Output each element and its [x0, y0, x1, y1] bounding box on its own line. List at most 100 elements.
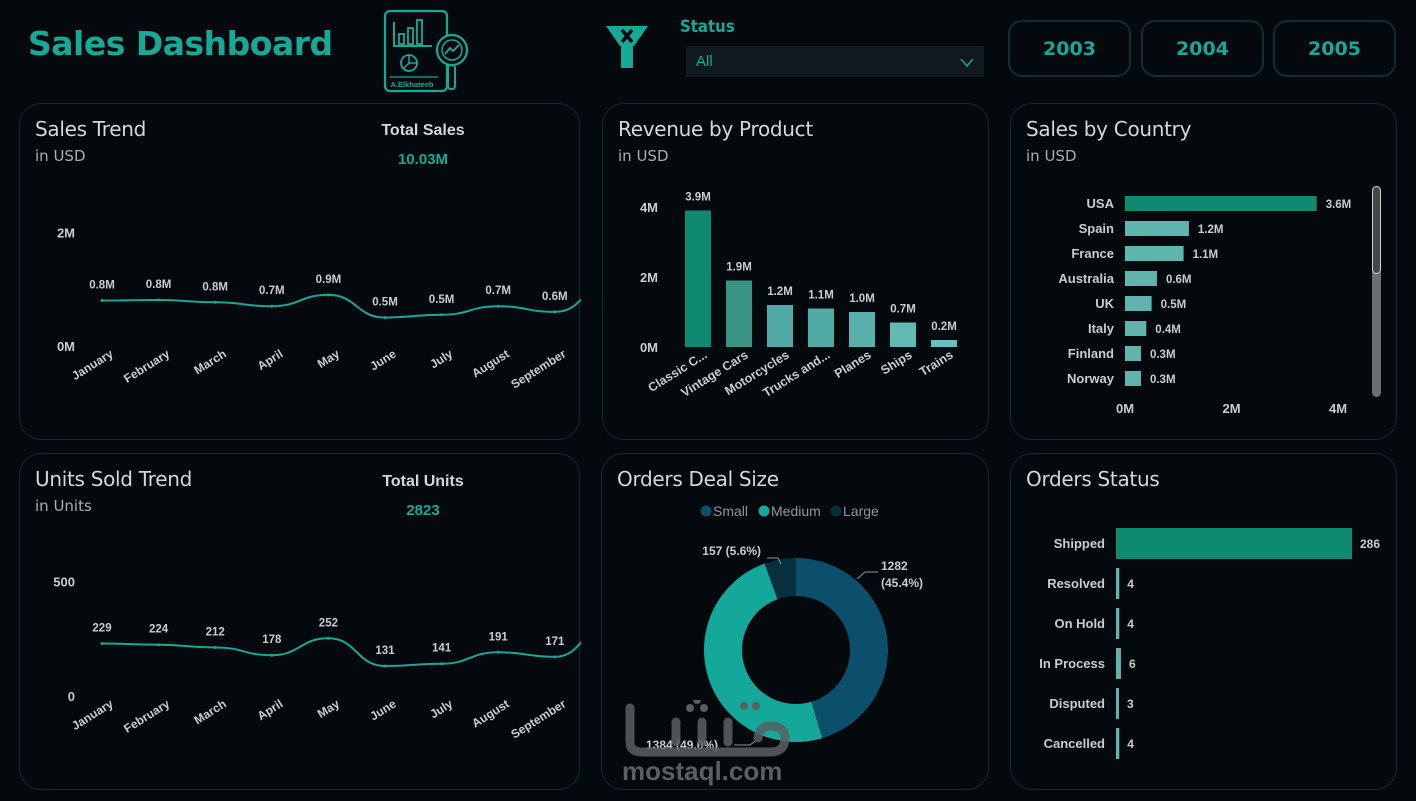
data-point	[157, 643, 161, 647]
bar	[1116, 568, 1120, 599]
x-tick-label: July	[427, 697, 455, 722]
data-label: 157 (5.6%)	[702, 544, 761, 558]
data-label: 212	[206, 626, 225, 638]
status-filter-value: All	[696, 53, 713, 70]
logo-caption: A.Elkhateeb	[391, 80, 434, 89]
data-label: 0.2M	[931, 321, 957, 333]
bar	[890, 322, 916, 347]
x-tick-label: March	[191, 347, 228, 378]
bar	[1116, 688, 1119, 719]
y-tick-label: 2M	[640, 270, 658, 285]
data-label: 1.2M	[767, 286, 793, 298]
sales-by-country-card: Sales by Country in USD USA 3.6M Spain 1.2M…	[1010, 103, 1397, 440]
x-tick-label: April	[255, 697, 286, 723]
report-logo-icon: A.Elkhateeb	[383, 9, 469, 93]
data-point	[100, 642, 104, 646]
y-tick-label: On Hold	[1054, 616, 1105, 631]
status-filter-dropdown[interactable]: All	[686, 46, 984, 77]
data-label: 1.9M	[726, 262, 752, 274]
bar	[767, 305, 793, 347]
bar	[685, 210, 711, 347]
legend-label: Small	[713, 503, 748, 519]
data-label: 1384 (49.0%)	[646, 738, 718, 752]
bar	[1125, 321, 1147, 336]
x-tick-label: October	[579, 697, 581, 733]
data-label: 178	[262, 634, 282, 646]
x-tick-label: February	[121, 697, 172, 736]
data-point	[270, 304, 274, 308]
data-point	[553, 310, 557, 314]
x-tick-label: 2M	[1222, 401, 1240, 416]
data-label: 0.8M	[202, 281, 228, 293]
scrollbar-thumb[interactable]	[1372, 186, 1381, 274]
year-button-2004[interactable]: 2004	[1141, 20, 1264, 77]
y-tick-label: Shipped	[1054, 536, 1105, 551]
data-point	[157, 298, 161, 302]
y-tick-label: USA	[1087, 196, 1115, 211]
y-tick-label: In Process	[1039, 656, 1105, 671]
bar	[808, 308, 834, 347]
revenue-by-product-chart: 0M2M4M3.9MClassic C...1.9MVintage Cars1.…	[640, 192, 957, 400]
data-point	[100, 299, 104, 303]
y-tick-label: 0M	[57, 339, 75, 354]
data-point	[553, 655, 557, 659]
y-tick-label: UK	[1095, 296, 1114, 311]
sales-trend-chart: 0M 2M 0.8M January 0.8M February 0.8M March 0.7M…	[57, 225, 581, 391]
x-tick-label: June	[367, 347, 398, 374]
legend-label: Medium	[771, 503, 821, 519]
units-sold-trend-card: Units Sold Trend in Units Total Units 28…	[19, 453, 581, 790]
x-tick-label: Ships	[878, 348, 914, 378]
y-tick-label: Resolved	[1047, 576, 1105, 591]
legend-marker	[758, 505, 770, 517]
y-tick-label: Disputed	[1049, 696, 1105, 711]
data-point	[496, 650, 500, 654]
data-point	[213, 300, 217, 304]
data-label: 131	[375, 645, 395, 657]
bar	[1116, 608, 1120, 639]
data-label: 171	[545, 636, 565, 648]
data-point	[440, 313, 444, 317]
data-label: 0.6M	[542, 291, 568, 303]
bar	[1125, 346, 1141, 361]
year-button-2005[interactable]: 2005	[1273, 20, 1396, 77]
scrollbar-track[interactable]	[1372, 186, 1381, 397]
data-point	[383, 664, 387, 668]
x-tick-label: September	[508, 697, 568, 742]
data-point	[383, 316, 387, 320]
bar	[1116, 728, 1120, 759]
data-label: 0.8M	[89, 280, 115, 292]
series-line	[101, 637, 581, 667]
data-label: 1.1M	[1193, 249, 1219, 261]
bar	[1125, 221, 1189, 236]
x-tick-label: February	[121, 347, 172, 386]
data-label: 0.5M	[1161, 299, 1187, 311]
year-button-2003[interactable]: 2003	[1008, 20, 1131, 77]
x-tick-label: May	[315, 346, 342, 370]
orders-deal-size-card: Orders Deal Size Small Medium Large 1282 (45…	[601, 453, 989, 790]
x-tick-label: March	[191, 697, 228, 728]
y-tick-label: Cancelled	[1044, 736, 1105, 751]
legend-label: Large	[843, 503, 879, 519]
data-label: 3.6M	[1326, 199, 1352, 211]
y-tick-label: Spain	[1079, 221, 1114, 236]
data-label: 0.7M	[485, 285, 511, 297]
x-tick-label: April	[255, 347, 286, 373]
data-label: 3.9M	[685, 192, 711, 204]
orders-status-card: Orders Status Shipped 286 Resolved 4 On Hold…	[1010, 453, 1397, 790]
clear-filter-icon[interactable]	[604, 24, 650, 70]
data-point	[326, 636, 330, 640]
y-tick-label: 0M	[640, 340, 658, 355]
x-tick-label: Planes	[832, 348, 874, 381]
x-tick-label: Trains	[917, 348, 956, 379]
data-label: 0.5M	[372, 297, 398, 309]
x-tick-label: August	[469, 347, 511, 381]
data-label: 0.6M	[1166, 274, 1192, 286]
data-point	[326, 293, 330, 297]
series-line	[101, 293, 581, 319]
y-tick-label: France	[1071, 246, 1114, 261]
legend-marker	[700, 505, 712, 517]
y-tick-label: Norway	[1067, 371, 1115, 386]
data-label: 0.4M	[1155, 324, 1181, 336]
y-tick-label: Italy	[1088, 321, 1115, 336]
sales-by-country-chart: USA 3.6M Spain 1.2M France 1.1M Australia 0.6M U…	[1058, 196, 1352, 416]
